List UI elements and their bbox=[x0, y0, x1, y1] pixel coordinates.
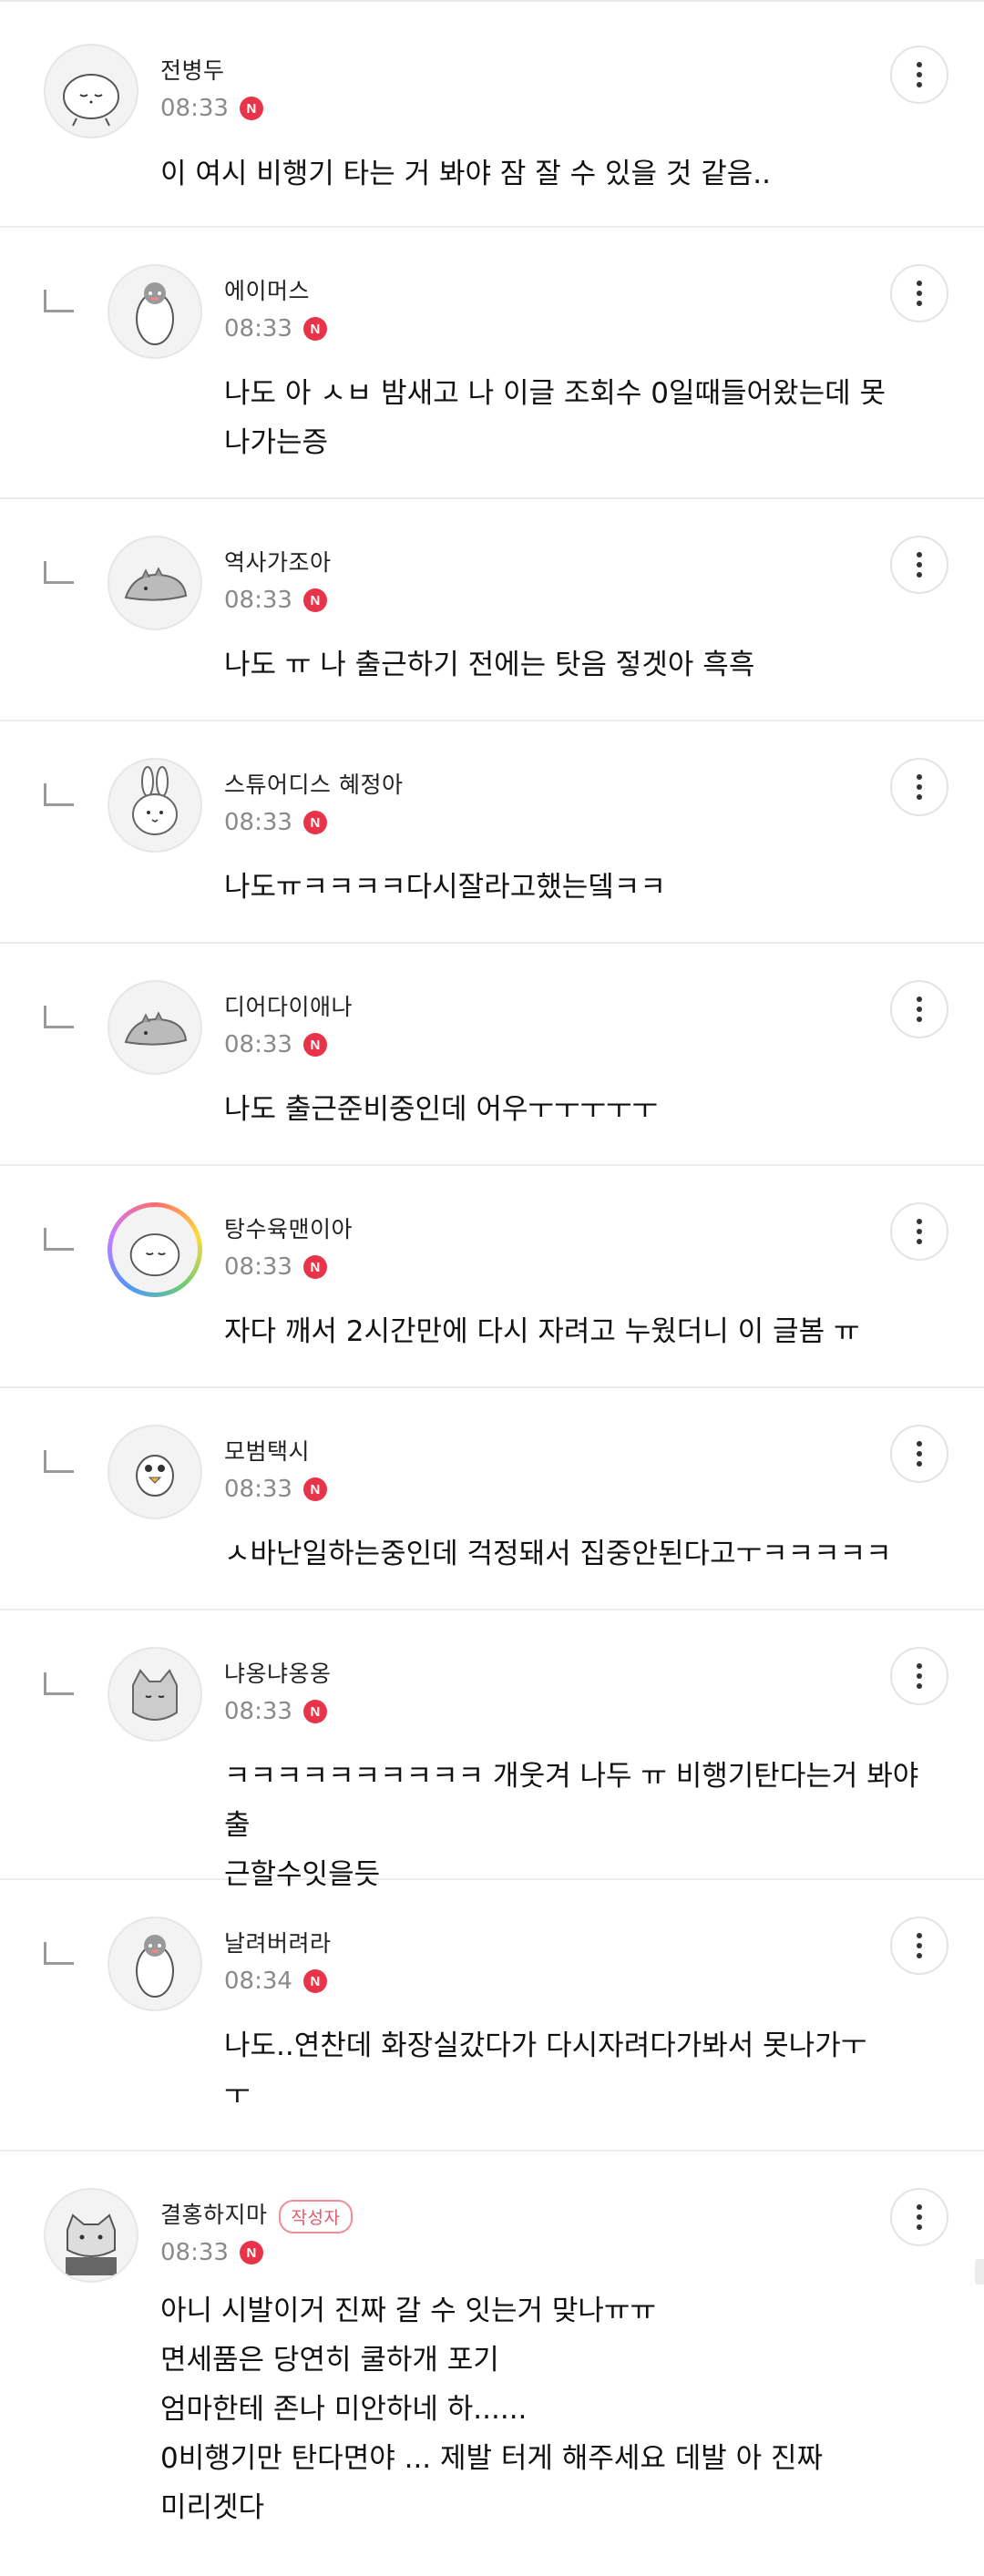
new-badge: N bbox=[302, 588, 327, 612]
more-options-button[interactable] bbox=[890, 2188, 948, 2246]
chick-avatar-icon[interactable] bbox=[108, 1425, 202, 1519]
reply-arrow-icon bbox=[44, 1228, 74, 1251]
reply-item: 에이머스 08:33 N 나도 아 ㅅㅂ 밤새고 나 이글 조회수 0일때들어왔… bbox=[0, 228, 984, 499]
comment-time: 08:33 bbox=[224, 1476, 292, 1503]
cat-avatar-icon[interactable] bbox=[108, 1647, 202, 1742]
dinosaur-avatar-icon[interactable] bbox=[108, 536, 202, 630]
comment-text: 나도 출근준비중인데 어우ㅜㅜㅜㅜㅜ bbox=[224, 1093, 659, 1126]
reply-arrow-icon bbox=[44, 1672, 74, 1695]
reply-arrow-icon bbox=[44, 1006, 74, 1028]
comment-time: 08:33 bbox=[224, 315, 292, 342]
comment-meta: 08:33 N bbox=[224, 809, 327, 836]
reply-arrow-icon bbox=[44, 561, 74, 584]
sleepy-blob-avatar-icon[interactable] bbox=[44, 44, 138, 138]
reply-item: 날려버려라 08:34 N 나도..연찬데 화장실갔다가 다시자려다가봐서 못나… bbox=[0, 1880, 984, 2152]
comment-nickname[interactable]: 디어다이애나 bbox=[224, 989, 353, 1022]
comment-time: 08:34 bbox=[224, 1968, 292, 1995]
comment-meta: 08:33 N bbox=[224, 1698, 327, 1725]
new-badge: N bbox=[239, 97, 263, 120]
reply-item: 스튜어디스 혜정아 08:33 N 나도ㅠㅋㅋㅋㅋ다시잘라고했는뎈ㅋㅋ bbox=[0, 721, 984, 944]
comment-text: 나도 ㅠ 나 출근하기 전에는 탓음 젛겟아 흑흑 bbox=[224, 649, 755, 681]
comment-nickname[interactable]: 에이머스 bbox=[224, 273, 310, 306]
more-options-button[interactable] bbox=[890, 536, 948, 594]
comment-meta: 08:33 N bbox=[224, 315, 327, 342]
comment-meta: 08:34 N bbox=[224, 1968, 327, 1995]
reply-item: 디어다이애나 08:33 N 나도 출근준비중인데 어우ㅜㅜㅜㅜㅜ bbox=[0, 944, 984, 1166]
more-options-button[interactable] bbox=[890, 980, 948, 1038]
comment-meta: 08:33 N bbox=[224, 587, 327, 614]
new-badge: N bbox=[302, 1969, 327, 1993]
comment-text: ㅅ바난일하는중인데 걱정돼서 집중안된다고ㅜㅋㅋㅋㅋㅋ bbox=[224, 1538, 892, 1570]
more-options-button[interactable] bbox=[890, 1425, 948, 1483]
dinosaur-avatar-icon[interactable] bbox=[108, 980, 202, 1075]
penguin-avatar-icon[interactable] bbox=[108, 264, 202, 359]
reply-arrow-icon bbox=[44, 290, 74, 312]
reply-item: 모범택시 08:33 N ㅅ바난일하는중인데 걱정돼서 집중안된다고ㅜㅋㅋㅋㅋㅋ bbox=[0, 1388, 984, 1610]
comment-time: 08:33 bbox=[160, 95, 229, 122]
comment-time: 08:33 bbox=[224, 1253, 292, 1281]
reply-item: 역사가조아 08:33 N 나도 ㅠ 나 출근하기 전에는 탓음 젛겟아 흑흑 bbox=[0, 499, 984, 721]
comment-nickname[interactable]: 냐옹냐옹옹 bbox=[224, 1656, 332, 1689]
reply-arrow-icon bbox=[44, 1942, 74, 1965]
new-badge: N bbox=[302, 1255, 327, 1279]
new-badge: N bbox=[239, 2241, 263, 2264]
bunny-avatar-icon[interactable] bbox=[108, 758, 202, 853]
comment-nickname-text: 결홍하지마 bbox=[160, 2202, 268, 2228]
comment-nickname[interactable]: 역사가조아 bbox=[224, 545, 332, 578]
comment-meta: 08:33 N bbox=[224, 1476, 327, 1503]
more-options-button[interactable] bbox=[890, 264, 948, 322]
comment-nickname[interactable]: 전병두 bbox=[160, 53, 225, 86]
comment-meta: 08:33 N bbox=[160, 95, 263, 122]
comment-time: 08:33 bbox=[224, 1031, 292, 1058]
reply-arrow-icon bbox=[44, 783, 74, 806]
more-options-button[interactable] bbox=[890, 1917, 948, 1975]
comment-text: 아니 시발이거 진짜 갈 수 잇는거 맞나ㅠㅠ 면세품은 당연히 쿨하개 포기 … bbox=[160, 2295, 824, 2524]
comment-nickname[interactable]: 결홍하지마 작성자 bbox=[160, 2197, 354, 2234]
comment-text: 나도..연찬데 화장실갔다가 다시자려다가봐서 못나가ㅜ ㅜ bbox=[224, 2029, 867, 2111]
comment-time: 08:33 bbox=[160, 2239, 229, 2266]
comment-nickname[interactable]: 탕수육맨이아 bbox=[224, 1211, 353, 1244]
rainbow-blob-avatar-icon[interactable] bbox=[108, 1202, 202, 1297]
reply-arrow-icon bbox=[44, 1450, 74, 1473]
comment-time: 08:33 bbox=[224, 1698, 292, 1725]
comment-meta: 08:33 N bbox=[224, 1031, 327, 1058]
comment-meta: 08:33 N bbox=[224, 1253, 327, 1281]
reply-item: 냐옹냐옹옹 08:33 N ㅋㅋㅋㅋㅋㅋㅋㅋㅋㅋ 개웃겨 나두 ㅠ 비행기탄다는… bbox=[0, 1610, 984, 1891]
comment-time: 08:33 bbox=[224, 587, 292, 614]
comment-nickname[interactable]: 모범택시 bbox=[224, 1434, 310, 1467]
more-options-button[interactable] bbox=[890, 758, 948, 816]
new-badge: N bbox=[302, 811, 327, 834]
new-badge: N bbox=[302, 317, 327, 341]
author-badge: 작성자 bbox=[278, 2199, 354, 2234]
scroll-handle[interactable] bbox=[975, 2259, 984, 2285]
grey-cat-avatar-icon[interactable] bbox=[44, 2188, 138, 2283]
reply-item: 탕수육맨이아 08:33 N 자다 깨서 2시간만에 다시 자려고 누웠더니 이… bbox=[0, 1166, 984, 1388]
new-badge: N bbox=[302, 1700, 327, 1723]
more-options-button[interactable] bbox=[890, 1647, 948, 1705]
comment-text: ㅋㅋㅋㅋㅋㅋㅋㅋㅋㅋ 개웃겨 나두 ㅠ 비행기탄다는거 봐야 출 근할수잇을듯 bbox=[224, 1760, 919, 1891]
comment-item: 전병두 08:33 N 이 여시 비행기 타는 거 봐야 잠 잘 수 있을 것 … bbox=[0, 4, 984, 228]
comment-nickname[interactable]: 스튜어디스 혜정아 bbox=[224, 767, 403, 800]
more-options-button[interactable] bbox=[890, 1202, 948, 1261]
new-badge: N bbox=[302, 1477, 327, 1501]
penguin-avatar-icon[interactable] bbox=[108, 1917, 202, 2011]
comment-nickname[interactable]: 날려버려라 bbox=[224, 1926, 332, 1958]
comment-text: 나도ㅠㅋㅋㅋㅋ다시잘라고했는뎈ㅋㅋ bbox=[224, 871, 666, 904]
comment-time: 08:33 bbox=[224, 809, 292, 836]
comment-text: 나도 아 ㅅㅂ 밤새고 나 이글 조회수 0일때들어왔는데 못 나가는증 bbox=[224, 377, 886, 459]
comment-text: 이 여시 비행기 타는 거 봐야 잠 잘 수 있을 것 같음.. bbox=[160, 158, 771, 190]
new-badge: N bbox=[302, 1033, 327, 1057]
comment-item: 결홍하지마 작성자 08:33 N 아니 시발이거 진짜 갈 수 잇는거 맞나ㅠㅠ… bbox=[0, 2152, 984, 2576]
more-options-button[interactable] bbox=[890, 46, 948, 104]
comment-meta: 08:33 N bbox=[160, 2239, 263, 2266]
comment-text: 자다 깨서 2시간만에 다시 자려고 누웠더니 이 글봄 ㅠ bbox=[224, 1315, 860, 1348]
